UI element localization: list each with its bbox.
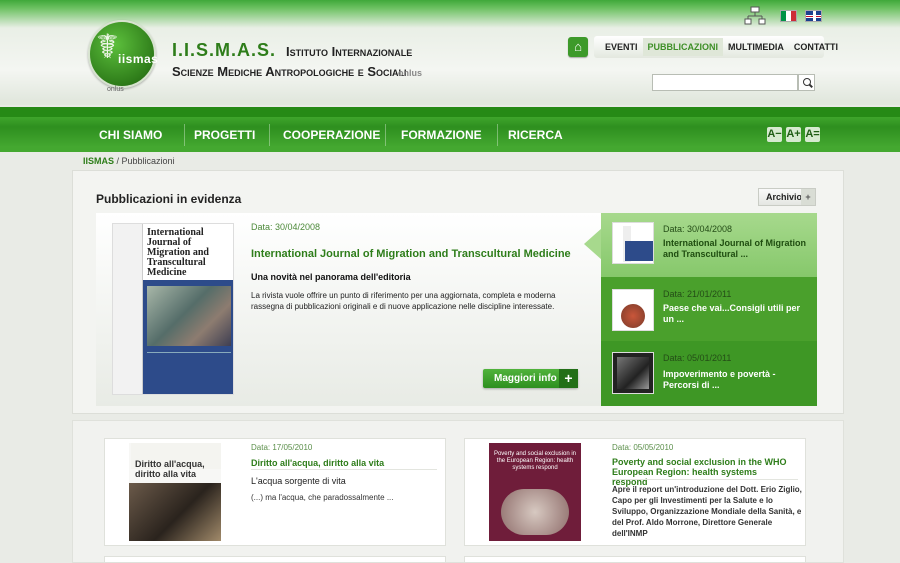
breadcrumb-current: Pubblicazioni: [121, 156, 175, 166]
breadcrumb: IISMAS / Pubblicazioni: [83, 156, 175, 166]
active-pointer: [584, 228, 602, 260]
side-item-date: Data: 30/04/2008: [663, 224, 733, 234]
card-title[interactable]: Diritto all'acqua, diritto alla vita: [251, 458, 384, 468]
top-nav-eventi[interactable]: EVENTI: [600, 38, 643, 56]
plus-icon: +: [801, 189, 815, 205]
top-nav-multimedia[interactable]: MULTIMEDIA: [723, 38, 789, 56]
nav-ricerca[interactable]: RICERCA: [508, 128, 563, 150]
card-text: (...) ma l'acqua, che paradossalmente ..…: [251, 493, 394, 502]
card-date: Data: 17/05/2010: [251, 443, 313, 452]
font-increase-button[interactable]: A+: [786, 127, 801, 142]
top-nav-pubblicazioni[interactable]: PUBBLICAZIONI: [642, 38, 724, 56]
side-item-title[interactable]: Paese che vai...Consigli utili per un ..…: [663, 303, 811, 325]
top-nav: EVENTI PUBBLICAZIONI MULTIMEDIA CONTATTI: [594, 36, 838, 58]
english-flag-icon[interactable]: [805, 10, 822, 22]
font-reset-button[interactable]: A=: [805, 127, 820, 142]
featured-body: La rivista vuole offrire un punto di rif…: [251, 291, 556, 311]
logo-text: iismas: [118, 52, 159, 66]
publication-cover-image[interactable]: Poverty and social exclusion in the Euro…: [489, 443, 581, 541]
home-icon[interactable]: ⌂: [568, 37, 588, 57]
side-item-title[interactable]: International Journal of Migration and T…: [663, 238, 811, 260]
nav-cooperazione[interactable]: COOPERAZIONE: [283, 128, 380, 150]
publication-card: [104, 556, 446, 563]
site-name[interactable]: I.I.S.M.A.S. Istituto Internazionale: [172, 40, 412, 61]
search-icon[interactable]: [798, 74, 815, 91]
publication-cover-image[interactable]: Diritto all'acqua, diritto alla vita: [129, 443, 221, 541]
cover-title: Poverty and social exclusion in the Euro…: [493, 451, 577, 471]
card-date: Data: 05/05/2010: [612, 443, 674, 452]
featured-cover-image[interactable]: International Journal of Migration and T…: [112, 223, 234, 395]
search-input[interactable]: [652, 74, 798, 91]
top-nav-contatti[interactable]: CONTATTI: [789, 38, 843, 56]
archive-button[interactable]: Archivio +: [758, 188, 816, 206]
plus-icon: +: [559, 369, 578, 388]
card-title[interactable]: Poverty and social exclusion in the WHO …: [612, 457, 792, 487]
side-item-thumbnail[interactable]: [612, 352, 654, 394]
logo[interactable]: ☤ iismas: [88, 20, 159, 88]
nav-progetti[interactable]: PROGETTI: [194, 128, 255, 150]
italian-flag-icon[interactable]: [780, 10, 797, 22]
sitemap-icon[interactable]: [744, 6, 766, 26]
site-name-acronym: I.I.S.M.A.S.: [172, 40, 277, 60]
side-item-date: Data: 21/01/2011: [663, 289, 732, 299]
featured-date: Data: 30/04/2008: [251, 222, 321, 232]
more-info-button[interactable]: Maggiori info +: [483, 369, 578, 388]
card-text: Apre il report un'introduzione del Dott.…: [612, 485, 802, 538]
site-subtitle: Scienze Mediche Antropologiche e Sociali: [172, 64, 407, 79]
featured-subtitle: Una novità nel panorama dell'editoria: [251, 272, 411, 282]
nav-formazione[interactable]: FORMAZIONE: [401, 128, 482, 150]
nav-chi-siamo[interactable]: CHI SIAMO: [99, 128, 162, 150]
section-title: Pubblicazioni in evidenza: [96, 192, 242, 206]
featured-title[interactable]: International Journal of Migration and T…: [251, 248, 571, 260]
cover-title: Diritto all'acqua, diritto alla vita: [135, 459, 205, 479]
logo-onlus: onlus: [107, 86, 124, 93]
font-decrease-button[interactable]: A−: [767, 127, 782, 142]
side-item-title[interactable]: Impoverimento e povertà - Percorsi di ..…: [663, 369, 811, 391]
cover-title: International Journal of Migration and T…: [147, 227, 209, 278]
caduceus-icon: ☤: [96, 27, 119, 67]
site-name-tail: Istituto Internazionale: [286, 44, 413, 59]
breadcrumb-root[interactable]: IISMAS: [83, 156, 114, 166]
card-subtitle: L'acqua sorgente di vita: [251, 476, 346, 486]
site-onlus: onlus: [398, 68, 422, 78]
publication-card: [464, 556, 806, 563]
side-item-thumbnail[interactable]: [612, 222, 654, 264]
side-item-thumbnail[interactable]: [612, 289, 654, 331]
side-item-date: Data: 05/01/2011: [663, 353, 732, 363]
